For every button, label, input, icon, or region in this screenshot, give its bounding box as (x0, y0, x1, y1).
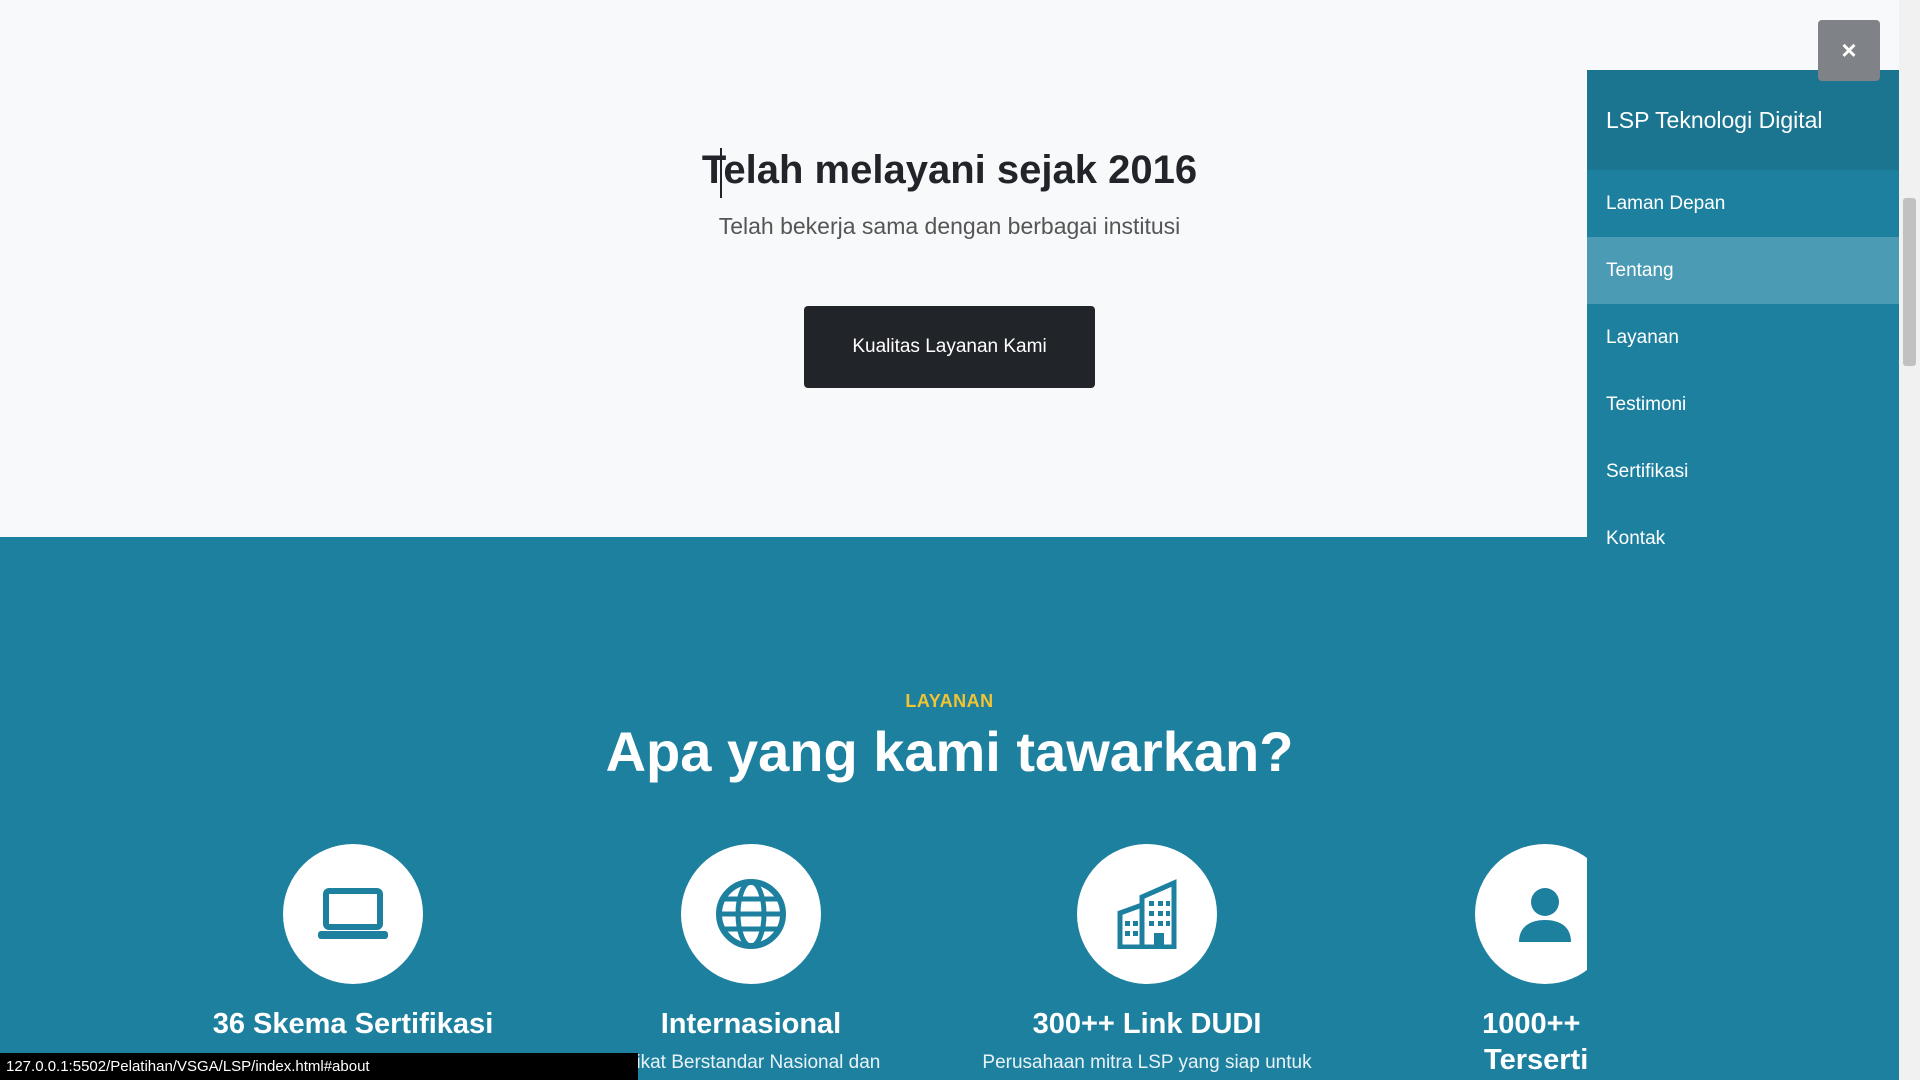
scrollbar-thumb[interactable] (1903, 198, 1916, 366)
laptop-icon (318, 888, 388, 939)
service-quality-button[interactable]: Kualitas Layanan Kami (804, 306, 1095, 388)
service-icon-circle (283, 844, 423, 984)
globe-icon (716, 879, 786, 949)
sidebar-item-testimoni[interactable]: Testimoni (1587, 371, 1899, 438)
service-item: 300++ Link DUDI Perusahaan mitra LSP yan… (937, 844, 1357, 1076)
sidebar-menu: LSP Teknologi Digital Laman Depan Tentan… (1587, 70, 1899, 1080)
service-title: 300++ Link DUDI (1032, 1008, 1262, 1040)
close-menu-button[interactable]: × (1818, 20, 1880, 81)
service-title: 36 Skema Sertifikasi (212, 1008, 494, 1040)
service-item: 36 Skema Sertifikasi (143, 844, 563, 1050)
sidebar-item-layanan[interactable]: Layanan (1587, 304, 1899, 371)
sidebar-item-kontak[interactable]: Kontak (1587, 505, 1899, 572)
service-text: Perusahaan mitra LSP yang siap untuk (982, 1052, 1312, 1073)
close-icon: × (1841, 35, 1857, 65)
service-item: Internasional tifikat Berstandar Nasiona… (541, 844, 961, 1076)
service-icon-circle (681, 844, 821, 984)
sidebar-item-laman-depan[interactable]: Laman Depan (1587, 170, 1899, 237)
sidebar-item-sertifikasi[interactable]: Sertifikasi (1587, 438, 1899, 505)
sidebar-brand[interactable]: LSP Teknologi Digital (1587, 70, 1899, 170)
sidebar-item-tentang[interactable]: Tentang (1587, 237, 1899, 304)
status-url-bar: 127.0.0.1:5502/Pelatihan/VSGA/LSP/index.… (0, 1053, 638, 1080)
service-title: Internasional (660, 1008, 842, 1040)
building-icon (1117, 879, 1177, 949)
service-icon-circle (1077, 844, 1217, 984)
scrollbar[interactable] (1899, 0, 1920, 1080)
user-icon (1519, 888, 1571, 942)
